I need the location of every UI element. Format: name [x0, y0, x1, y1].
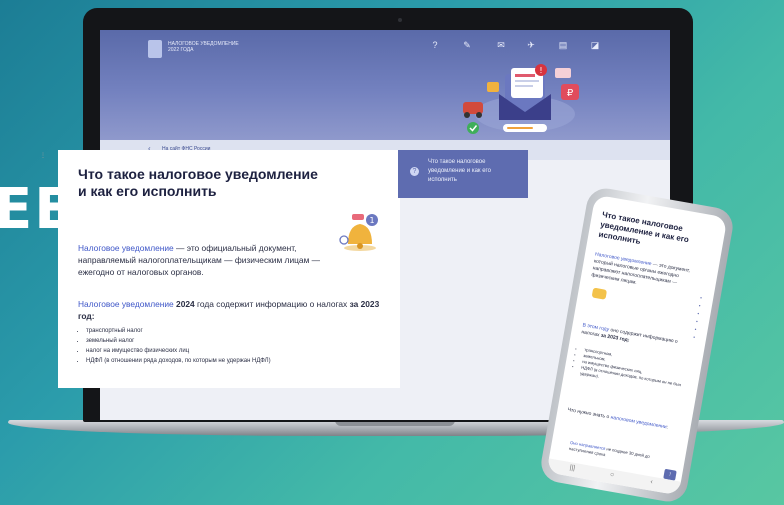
site-logo-icon[interactable] — [148, 40, 162, 58]
second-year: 2024 — [173, 299, 195, 309]
question-icon[interactable]: ? — [430, 40, 440, 50]
svg-text:!: ! — [539, 66, 542, 75]
article-title: Что такое налоговое уведомление и как ег… — [78, 166, 318, 199]
svg-text:1: 1 — [369, 216, 374, 225]
phone-fourth-text: не позднее 30 дней до наступления срока — [568, 445, 651, 459]
phone-article-title: Что такое налоговое уведомление и как ег… — [597, 210, 690, 246]
coin-icon — [591, 287, 608, 300]
brand-line-2: 2022 года — [168, 47, 194, 53]
phone-third-link[interactable]: налоговом уведомлении — [610, 415, 667, 431]
phone-third: Что нужно знать о налоговом уведомлении: — [567, 407, 679, 433]
svg-text:₽: ₽ — [567, 88, 574, 99]
laptop-camera — [398, 18, 402, 22]
chat-icon[interactable]: ▤ — [558, 40, 568, 50]
list-item: земельный налог — [86, 336, 271, 346]
article-intro: Налоговое уведомление — это официальный … — [78, 242, 336, 278]
site-brand[interactable]: Налоговое уведомление 2022 года — [168, 41, 248, 53]
list-item: НДФЛ (в отношении ряда доходов, по котор… — [86, 356, 271, 366]
phone-intro: Налоговое уведомление — это документ, ко… — [591, 251, 706, 298]
article-second: Налоговое уведомление 2024 года содержит… — [78, 298, 396, 322]
sidebar-nav-label[interactable]: Что такое налоговое уведомление и как ег… — [428, 158, 520, 185]
bubble-icon[interactable]: ◪ — [590, 40, 600, 50]
list-item: транспортный налог — [86, 326, 271, 336]
site-header: Налоговое уведомление 2022 года ? ✎ ✉ ✈ … — [100, 30, 670, 140]
phone-scroll-dots: • • • • • • — [692, 295, 703, 341]
list-item: налог на имущество физических лиц — [86, 346, 271, 356]
phone-third-start: Что нужно знать о — [567, 406, 612, 421]
phone-third-end: : — [666, 424, 669, 431]
question-circle-icon: ? — [410, 167, 419, 176]
second-link[interactable]: Налоговое уведомление — [78, 299, 174, 309]
mail-icon[interactable]: ✉ — [496, 40, 506, 50]
intro-link[interactable]: Налоговое уведомление — [78, 243, 174, 253]
dots-decor: ⋮ — [40, 153, 46, 159]
plane-icon[interactable]: ✈ — [526, 40, 536, 50]
pen-icon[interactable]: ✎ — [462, 40, 472, 50]
bell-icon: 1 — [339, 214, 378, 251]
notification-illustration: ! ₽ — [463, 64, 579, 134]
phone-tax-list: транспортном, земельном, на имущество фи… — [574, 346, 691, 395]
second-text: года содержит информацию о налогах — [194, 299, 350, 309]
tax-list: транспортный налог земельный налог налог… — [78, 326, 271, 366]
